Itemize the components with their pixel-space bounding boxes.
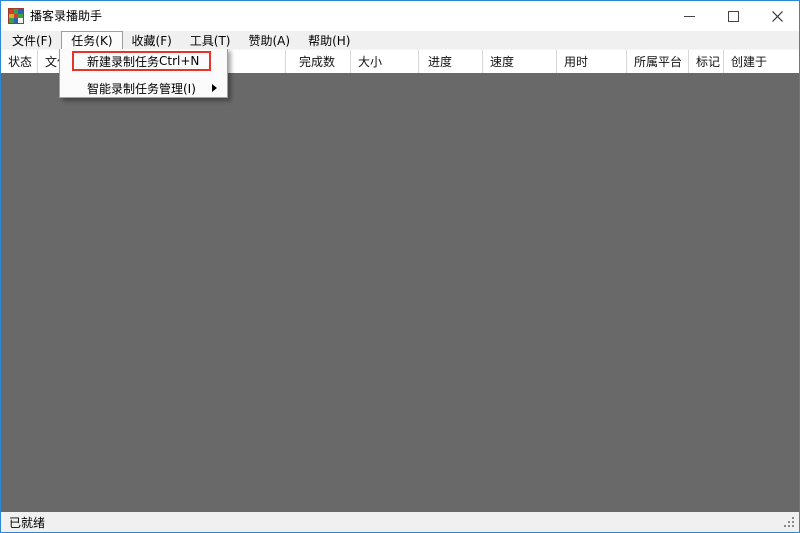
column-header-size[interactable]: 大小 <box>351 50 419 73</box>
window-title: 播客录播助手 <box>30 1 102 31</box>
menu-help[interactable]: 帮助(H) <box>299 31 359 49</box>
menu-file[interactable]: 文件(F) <box>3 31 61 49</box>
task-list-area[interactable] <box>1 73 799 512</box>
close-icon <box>772 11 783 22</box>
column-header-created[interactable]: 创建于 <box>724 50 799 73</box>
column-header-status[interactable]: 状态 <box>1 50 38 73</box>
title-bar: 播客录播助手 <box>1 1 799 31</box>
column-header-completed[interactable]: 完成数 <box>286 50 351 73</box>
column-header-speed[interactable]: 速度 <box>483 50 557 73</box>
maximize-button[interactable] <box>711 1 755 31</box>
menu-item-smart-task-manage[interactable]: 智能录制任务管理(I) <box>60 79 227 97</box>
menu-tools[interactable]: 工具(T) <box>181 31 240 49</box>
menu-item-shortcut: Ctrl+N <box>159 54 199 68</box>
menu-sponsor[interactable]: 赞助(A) <box>240 31 300 49</box>
column-header-progress[interactable]: 进度 <box>419 50 483 73</box>
close-button[interactable] <box>755 1 799 31</box>
menu-bar: 文件(F) 任务(K) 收藏(F) 工具(T) 赞助(A) 帮助(H) <box>1 31 799 49</box>
window-controls <box>667 1 799 31</box>
menu-task[interactable]: 任务(K) <box>61 31 122 49</box>
app-icon <box>8 8 24 24</box>
maximize-icon <box>728 11 739 22</box>
resize-grip[interactable] <box>792 525 794 527</box>
status-text: 已就绪 <box>9 514 45 531</box>
column-header-elapsed[interactable]: 用时 <box>557 50 627 73</box>
minimize-button[interactable] <box>667 1 711 31</box>
menu-item-label: 新建录制任务 <box>87 53 159 70</box>
minimize-icon <box>684 11 695 22</box>
app-window: 播客录播助手 文件(F) 任务(K) 收藏(F) 工具(T) 赞助( <box>0 0 800 533</box>
task-menu-dropdown: 新建录制任务 Ctrl+N 智能录制任务管理(I) <box>59 48 228 98</box>
submenu-arrow-icon <box>212 84 217 92</box>
column-header-platform[interactable]: 所属平台 <box>627 50 689 73</box>
menu-favorites[interactable]: 收藏(F) <box>123 31 181 49</box>
column-header-tag[interactable]: 标记 <box>689 50 724 73</box>
menu-item-label: 智能录制任务管理(I) <box>87 80 196 97</box>
status-bar: 已就绪 <box>1 512 799 532</box>
menu-item-new-record-task[interactable]: 新建录制任务 Ctrl+N <box>60 51 227 71</box>
